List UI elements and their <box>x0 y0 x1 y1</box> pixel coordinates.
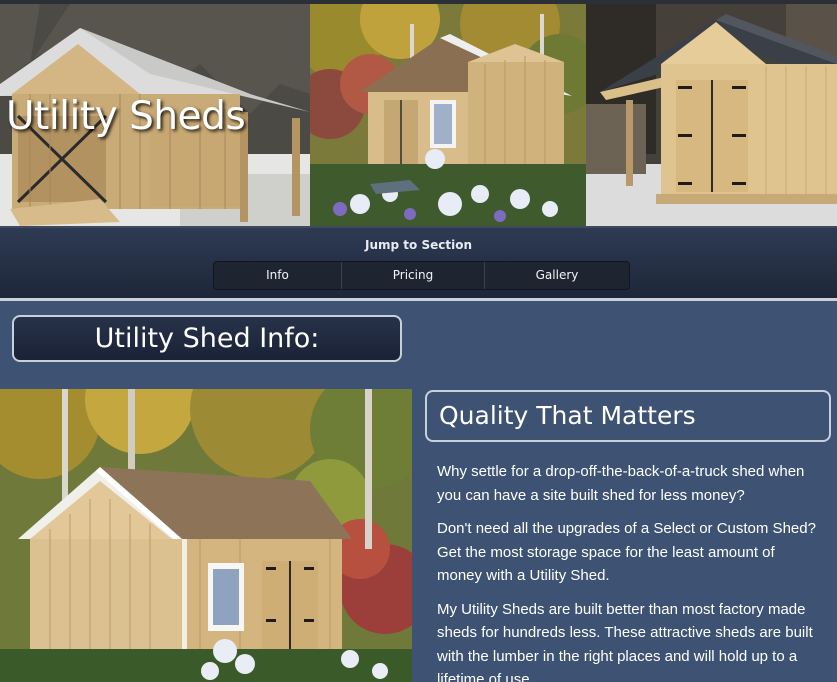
jump-nav: Jump to Section Info Pricing Gallery <box>0 226 837 300</box>
jump-tab-pricing[interactable]: Pricing <box>342 262 485 289</box>
hero-banner: Utility Sheds <box>0 4 837 226</box>
info-body: Why settle for a drop-off-the-back-of-a-… <box>437 460 823 682</box>
utility-shed-photo <box>0 389 412 682</box>
page: Utility Sheds Jump to Section Info Prici… <box>0 0 837 682</box>
quality-subheading: Quality That Matters <box>425 390 831 442</box>
info-paragraph: Why settle for a drop-off-the-back-of-a-… <box>437 463 805 504</box>
page-title: Utility Sheds <box>6 94 246 139</box>
jump-nav-tabs: Info Pricing Gallery <box>213 261 630 290</box>
jump-tab-info[interactable]: Info <box>214 262 342 289</box>
info-paragraph: Don't need all the upgrades of a Select … <box>437 520 816 584</box>
hero-photo-garden-shed <box>310 4 586 226</box>
info-paragraph: My Utility Sheds are built better than m… <box>437 600 813 682</box>
jump-nav-title: Jump to Section <box>365 238 472 252</box>
hero-photo-dark-roof-shed <box>586 4 837 226</box>
jump-tab-gallery[interactable]: Gallery <box>485 262 629 289</box>
section-heading: Utility Shed Info: <box>12 315 402 362</box>
info-section: Utility Shed Info: Quality That Matters … <box>0 301 837 682</box>
